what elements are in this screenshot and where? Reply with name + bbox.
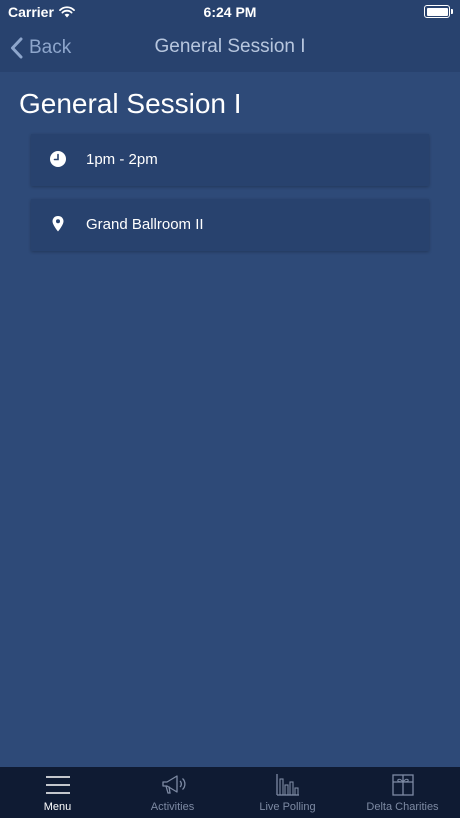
megaphone-icon xyxy=(161,775,186,794)
page-title: General Session I xyxy=(19,88,242,119)
tab-delta-charities[interactable]: Delta Charities xyxy=(345,767,460,818)
status-bar: Carrier 6:24 PM xyxy=(0,0,460,24)
tab-label: Live Polling xyxy=(259,801,316,813)
clock-icon xyxy=(50,151,66,167)
tab-bar: Menu Activities Live Polling Delta Chari… xyxy=(0,767,460,818)
status-time: 6:24 PM xyxy=(203,4,257,20)
tab-menu[interactable]: Menu xyxy=(0,767,115,818)
menu-icon xyxy=(45,776,70,794)
gift-icon xyxy=(391,774,414,796)
tab-live-polling[interactable]: Live Polling xyxy=(230,767,345,818)
navigation-bar: Back General Session I xyxy=(0,24,460,72)
tab-label: Activities xyxy=(150,801,195,813)
location-pin-icon xyxy=(52,216,64,232)
tab-label: Menu xyxy=(43,801,72,813)
session-time-card: 1pm - 2pm xyxy=(31,134,429,186)
tab-label: Delta Charities xyxy=(366,801,439,813)
bar-chart-icon xyxy=(275,774,299,796)
battery-fill xyxy=(426,7,448,16)
session-location-card: Grand Ballroom II xyxy=(31,199,429,251)
nav-title: General Session I xyxy=(154,36,306,57)
session-time: 1pm - 2pm xyxy=(86,151,158,168)
tab-activities[interactable]: Activities xyxy=(115,767,230,818)
battery-icon xyxy=(424,5,453,18)
session-location: Grand Ballroom II xyxy=(86,216,204,233)
